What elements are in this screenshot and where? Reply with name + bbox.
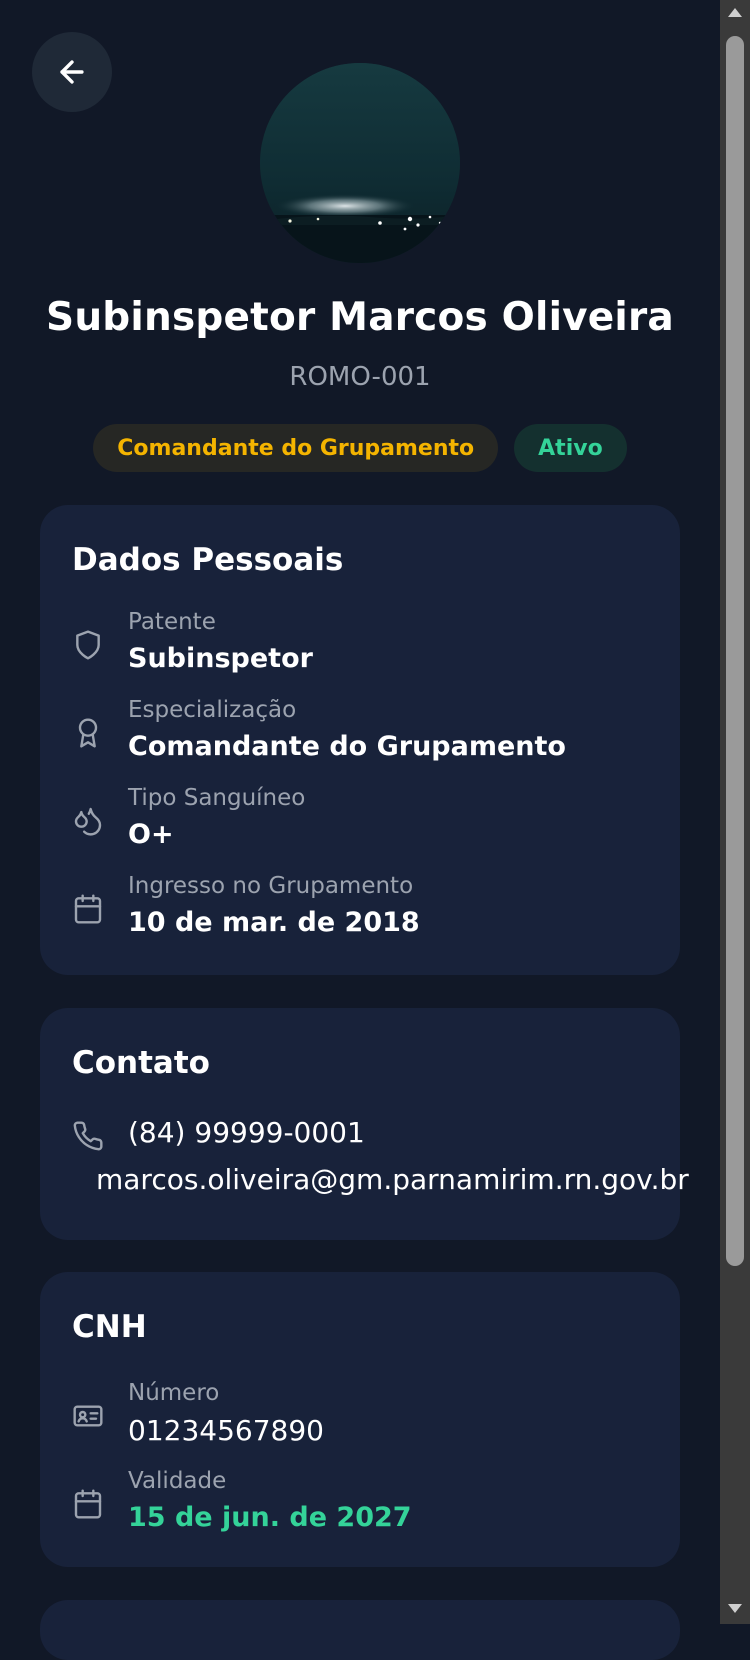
phone-value: (84) 99999-0001 (128, 1116, 365, 1149)
calendar-icon (74, 894, 102, 924)
specialization-value: Comandante do Grupamento (128, 731, 566, 762)
award-icon (78, 718, 98, 748)
blood-type-label: Tipo Sanguíneo (128, 785, 306, 811)
profile-name: Subinspetor Marcos Oliveira (46, 295, 674, 340)
droplets-icon (74, 807, 102, 836)
personal-data-title: Dados Pessoais (72, 542, 344, 578)
arrow-left-icon (60, 60, 84, 84)
phone-row[interactable]: (84) 99999-0001 (72, 1116, 652, 1156)
scrollbar[interactable] (720, 0, 750, 1624)
email-value[interactable]: marcos.oliveira@gm.parnamirim.rn.gov.br (96, 1163, 689, 1196)
cnh-card: CNH Número 01234567890 Validade 15 de ju… (40, 1272, 680, 1567)
avatar (260, 63, 460, 263)
contact-title: Contato (72, 1045, 210, 1081)
scroll-thumb[interactable] (726, 36, 744, 1266)
profile-page: Subinspetor Marcos Oliveira ROMO-001 Com… (0, 0, 720, 1660)
cnh-validity-value: 15 de jun. de 2027 (128, 1502, 412, 1533)
cnh-number-value: 01234567890 (128, 1414, 324, 1447)
scroll-down-arrow[interactable] (728, 1604, 742, 1613)
rank-label: Patente (128, 609, 216, 635)
cnh-title: CNH (72, 1309, 147, 1345)
scroll-up-arrow[interactable] (728, 8, 742, 17)
id-card-icon (73, 1405, 103, 1427)
badges-row: Comandante do Grupamento Ativo (0, 424, 720, 472)
specialization-label: Especialização (128, 697, 297, 723)
rank-value: Subinspetor (128, 643, 313, 674)
join-date-label: Ingresso no Grupamento (128, 873, 414, 899)
cnh-validity-label: Validade (128, 1468, 227, 1494)
next-card (40, 1600, 680, 1660)
status-badge: Ativo (514, 424, 627, 472)
contact-card: Contato (84) 99999-0001 marcos.oliveira@… (40, 1008, 689, 1240)
join-date-value: 10 de mar. de 2018 (128, 907, 420, 938)
blood-type-value: O+ (128, 819, 174, 850)
phone-icon (73, 1121, 103, 1151)
back-button[interactable] (32, 32, 112, 112)
calendar-icon (74, 1489, 102, 1519)
cnh-number-label: Número (128, 1380, 220, 1406)
avatar-photo (260, 63, 460, 263)
profile-code: ROMO-001 (289, 362, 431, 392)
personal-data-card: Dados Pessoais Patente Subinspetor Espec… (40, 505, 680, 975)
shield-icon (76, 630, 100, 660)
role-badge: Comandante do Grupamento (93, 424, 499, 472)
